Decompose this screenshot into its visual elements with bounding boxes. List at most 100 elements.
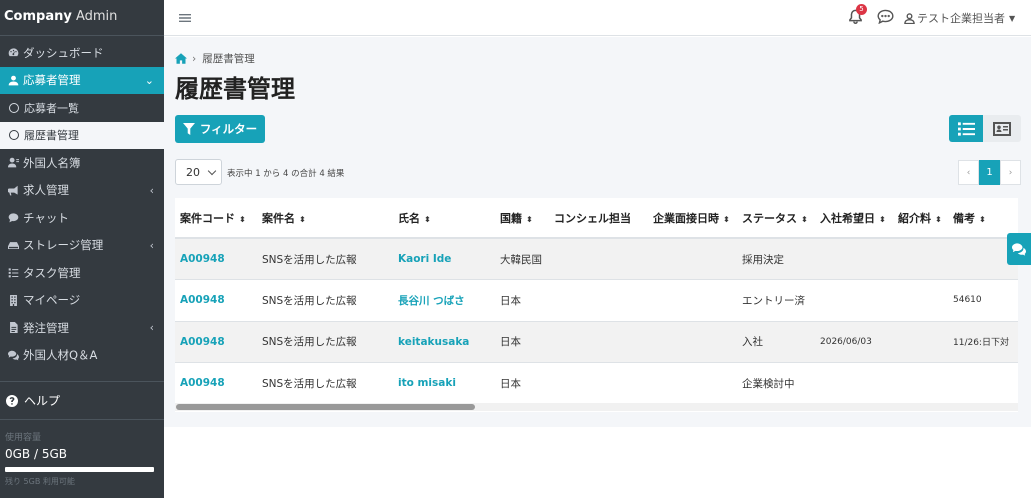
chevron-left-icon: ‹: [149, 183, 154, 197]
sidebar-item-storage[interactable]: ストレージ管理 ‹: [0, 232, 164, 260]
horizontal-scrollbar[interactable]: [175, 403, 1018, 411]
column-header[interactable]: 氏名 ⬍: [393, 198, 495, 239]
column-header[interactable]: 案件コード ⬍: [175, 198, 257, 239]
nationality-cell: 日本: [495, 321, 549, 363]
list-view-button[interactable]: [949, 115, 983, 142]
main-content: › 履歴書管理 履歴書管理 フィルター 20 表示中 1 から 4 の合計 4 …: [164, 37, 1031, 427]
filter-button[interactable]: フィルター: [175, 115, 265, 143]
table-row[interactable]: A00948 SNSを活用した広報 Kaori Ide 大韓民国 採用決定: [175, 238, 1018, 280]
project-code-link[interactable]: A00948: [175, 238, 257, 280]
sidebar-item-resume-management[interactable]: 履歴書管理: [0, 121, 164, 149]
sidebar-item-mypage[interactable]: マイページ: [0, 287, 164, 315]
breadcrumb: › 履歴書管理: [175, 51, 255, 66]
column-header[interactable]: 紹介料 ⬍: [893, 198, 948, 239]
sidebar-item-label: 応募者管理: [23, 73, 81, 88]
concierge-cell: [549, 238, 648, 280]
project-code-link[interactable]: A00948: [175, 321, 257, 363]
start-date-cell: [815, 238, 893, 280]
building-icon: [6, 294, 20, 306]
column-header[interactable]: 入社希望日 ⬍: [815, 198, 893, 239]
table-row[interactable]: A00948 SNSを活用した広報 ito misaki 日本 企業検討中: [175, 362, 1018, 405]
sort-icon: ⬍: [935, 214, 942, 224]
concierge-cell: [549, 321, 648, 363]
applicant-name-link[interactable]: keitakusaka: [393, 321, 495, 363]
file-icon: [6, 322, 20, 334]
sidebar-item-label: ヘルプ: [24, 394, 61, 408]
brand-logo[interactable]: Company Admin: [0, 0, 164, 36]
project-code-link[interactable]: A00948: [175, 362, 257, 405]
user-menu[interactable]: テスト企業担当者 ▼: [904, 10, 1015, 26]
card-view-button[interactable]: [983, 115, 1021, 142]
chevron-down-icon: [207, 166, 217, 176]
pagination-next[interactable]: ›: [1000, 160, 1021, 185]
sidebar-item-applicants[interactable]: 応募者管理 ⌄: [0, 66, 164, 94]
chevron-left-icon: ‹: [149, 321, 154, 335]
column-header-label: 氏名: [398, 211, 420, 225]
hdd-icon: [6, 240, 20, 251]
sidebar-item-label: 求人管理: [23, 183, 69, 198]
storage-usage: 使用容量 0GB / 5GB 残り 5GB 利用可能: [0, 420, 164, 487]
column-header-label: 備考: [953, 211, 975, 225]
sort-icon: ⬍: [801, 214, 808, 224]
sort-icon: ⬍: [239, 214, 246, 224]
sidebar-item-dashboard[interactable]: ダッシュボード: [0, 39, 164, 67]
note-cell: 54610: [948, 279, 1018, 322]
sidebar-item-label: チャット: [23, 210, 69, 225]
table-info-text: 表示中 1 から 4 の合計 4 結果: [227, 169, 345, 179]
project-code-link[interactable]: A00948: [175, 279, 257, 322]
status-cell: 企業検討中: [737, 362, 815, 405]
column-header[interactable]: 案件名 ⬍: [257, 198, 393, 239]
resume-table-container: 案件コード ⬍ 案件名 ⬍ 氏名 ⬍ 国籍 ⬍ コンシェル担当 企業面接日時 ⬍ ステータ…: [175, 198, 1018, 412]
sidebar-item-foreigner-qa[interactable]: 外国人材Q＆A: [0, 342, 164, 370]
tasks-icon: [6, 267, 20, 278]
home-icon[interactable]: [175, 53, 187, 64]
hamburger-menu-icon[interactable]: [178, 10, 192, 24]
interview-date-cell: [648, 238, 737, 280]
storage-label: 使用容量: [5, 433, 42, 443]
column-header-label: コンシェル担当: [554, 211, 631, 225]
sidebar-item-applicant-list[interactable]: 応募者一覧: [0, 94, 164, 122]
sidebar-item-help[interactable]: ヘルプ: [0, 382, 164, 420]
breadcrumb-current: 履歴書管理: [202, 53, 255, 65]
column-header-label: 紹介料: [898, 211, 931, 225]
scrollbar-thumb[interactable]: [176, 404, 475, 410]
pagination-page-1[interactable]: 1: [979, 160, 1000, 185]
start-date-cell: [815, 362, 893, 405]
column-header[interactable]: 国籍 ⬍: [495, 198, 549, 239]
interview-date-cell: [648, 362, 737, 405]
floating-chat-tab[interactable]: [1007, 233, 1031, 265]
bullhorn-icon: [6, 185, 20, 196]
table-header-row: 案件コード ⬍ 案件名 ⬍ 氏名 ⬍ 国籍 ⬍ コンシェル担当 企業面接日時 ⬍ ステータ…: [175, 198, 1018, 239]
sidebar-item-label: 外国人名簿: [23, 155, 81, 170]
sidebar-item-foreigners[interactable]: 外国人名簿: [0, 149, 164, 177]
column-header[interactable]: 企業面接日時 ⬍: [648, 198, 737, 239]
filter-button-label: フィルター: [199, 122, 258, 136]
table-row[interactable]: A00948 SNSを活用した広報 長谷川 つばさ 日本 エントリー済 5461…: [175, 279, 1018, 322]
user-tie-icon: [6, 157, 20, 168]
top-navbar: 5 テスト企業担当者 ▼: [164, 0, 1031, 36]
sidebar-item-orders[interactable]: 発注管理 ‹: [0, 314, 164, 342]
sidebar-item-jobs[interactable]: 求人管理 ‹: [0, 177, 164, 205]
applicant-name-link[interactable]: ito misaki: [393, 362, 495, 405]
resume-table: 案件コード ⬍ 案件名 ⬍ 氏名 ⬍ 国籍 ⬍ コンシェル担当 企業面接日時 ⬍ ステータ…: [175, 198, 1018, 405]
fee-cell: [893, 238, 948, 280]
column-header-label: ステータス: [742, 211, 797, 225]
column-header[interactable]: ステータス ⬍: [737, 198, 815, 239]
filter-icon: [182, 123, 195, 135]
table-row[interactable]: A00948 SNSを活用した広報 keitakusaka 日本 入社 2026…: [175, 321, 1018, 363]
sidebar-item-tasks[interactable]: タスク管理: [0, 259, 164, 287]
storage-bar: [5, 467, 154, 472]
sidebar-item-chat[interactable]: チャット: [0, 204, 164, 232]
comments-icon: [6, 350, 20, 361]
column-header[interactable]: 備考 ⬍: [948, 198, 1018, 239]
page-size-select[interactable]: 20: [175, 159, 222, 185]
nationality-cell: 日本: [495, 362, 549, 405]
pagination-prev[interactable]: ‹: [958, 160, 979, 185]
applicant-name-link[interactable]: Kaori Ide: [393, 238, 495, 280]
circle-icon: [9, 102, 19, 113]
status-cell: エントリー済: [737, 279, 815, 322]
applicant-name-link[interactable]: 長谷川 つばさ: [393, 279, 495, 322]
sidebar-item-label: マイページ: [23, 293, 81, 308]
fee-cell: [893, 321, 948, 363]
chat-bubble-icon[interactable]: [877, 9, 894, 28]
